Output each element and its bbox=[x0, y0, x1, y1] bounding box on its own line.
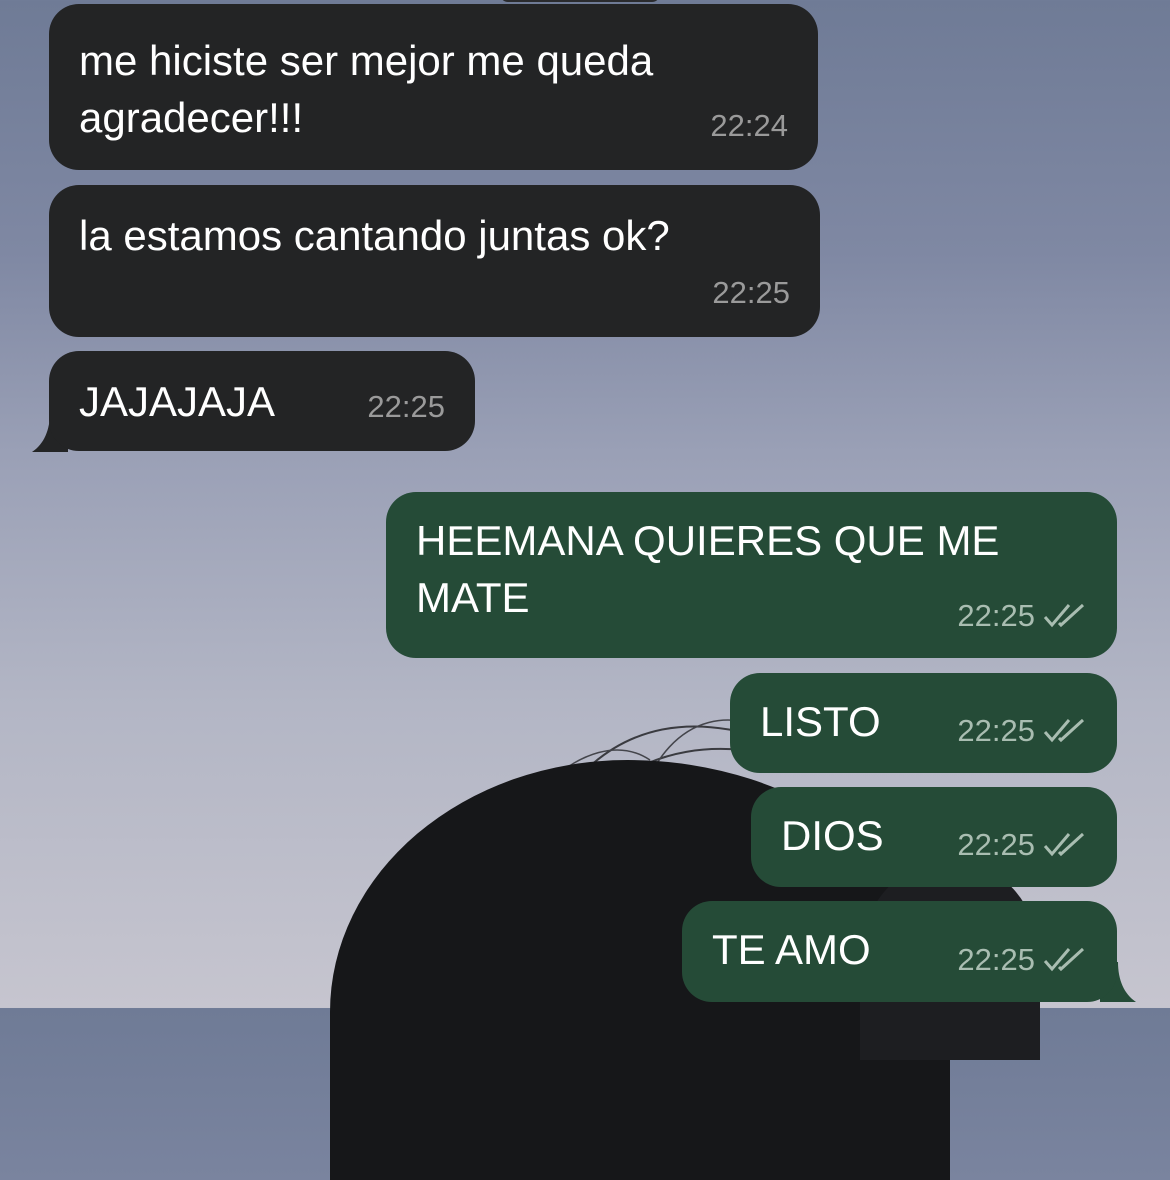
wallpaper-shape bbox=[500, 0, 660, 2]
message-timestamp: 22:25 bbox=[712, 275, 790, 310]
message-meta: 22:24 bbox=[710, 97, 788, 154]
message-timestamp: 22:25 bbox=[367, 389, 445, 424]
message-timestamp: 22:25 bbox=[957, 713, 1035, 748]
double-check-icon bbox=[1043, 947, 1085, 971]
double-check-icon bbox=[1043, 832, 1085, 856]
message-bubble-incoming[interactable]: JAJAJAJA 22:25 bbox=[49, 351, 475, 451]
message-bubble-incoming[interactable]: me hiciste ser mejor me queda agradecer!… bbox=[49, 4, 818, 170]
message-bubble-outgoing[interactable]: TE AMO 22:25 bbox=[682, 901, 1117, 1002]
message-bubble-outgoing[interactable]: LISTO 22:25 bbox=[730, 673, 1117, 773]
message-meta: 22:25 bbox=[957, 816, 1087, 873]
message-meta: 22:25 bbox=[712, 264, 790, 321]
message-text: me hiciste ser mejor me queda agradecer!… bbox=[79, 37, 665, 141]
message-bubble-outgoing[interactable]: HEEMANA QUIERES QUE ME MATE 22:25 bbox=[386, 492, 1117, 658]
message-timestamp: 22:24 bbox=[710, 108, 788, 143]
message-timestamp: 22:25 bbox=[957, 598, 1035, 633]
message-meta: 22:25 bbox=[957, 931, 1087, 988]
message-meta: 22:25 bbox=[957, 702, 1087, 759]
message-timestamp: 22:25 bbox=[957, 827, 1035, 862]
message-meta: 22:25 bbox=[367, 378, 445, 435]
double-check-icon bbox=[1043, 603, 1085, 627]
message-text: la estamos cantando juntas ok? bbox=[79, 212, 670, 259]
message-timestamp: 22:25 bbox=[957, 942, 1035, 977]
message-meta: 22:25 bbox=[957, 587, 1087, 644]
double-check-icon bbox=[1043, 718, 1085, 742]
message-bubble-incoming[interactable]: la estamos cantando juntas ok? 22:25 bbox=[49, 185, 820, 337]
message-bubble-outgoing[interactable]: DIOS 22:25 bbox=[751, 787, 1117, 887]
